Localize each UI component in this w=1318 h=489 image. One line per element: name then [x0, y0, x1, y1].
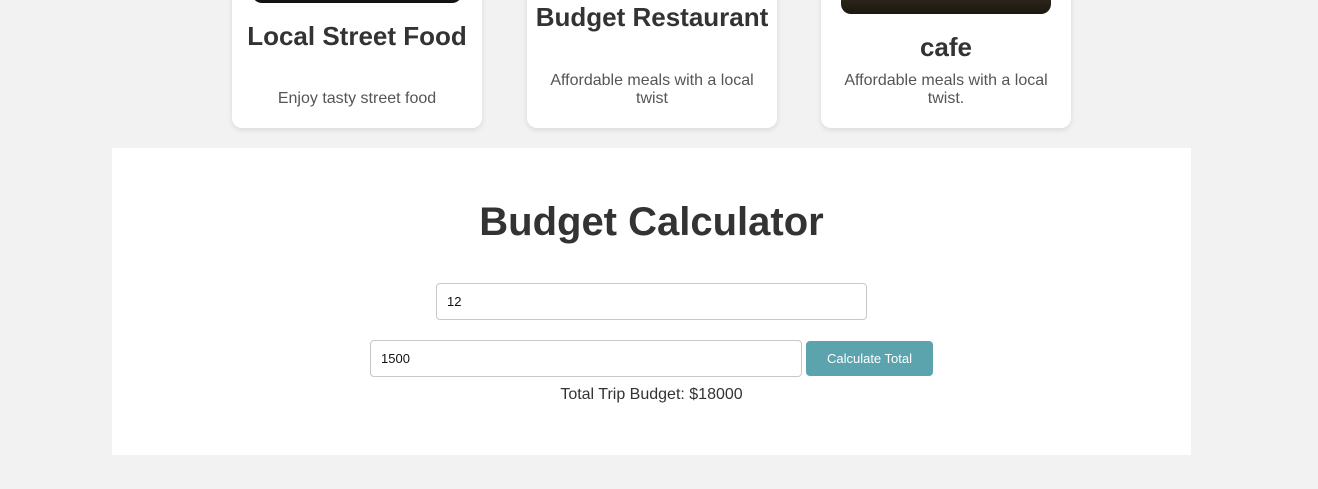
card-title: Local Street Food	[247, 21, 467, 51]
daily-cost-input[interactable]	[370, 340, 802, 377]
card-description: Affordable meals with a local twist	[550, 72, 754, 107]
food-card-street-food[interactable]: Local Street Food Enjoy tasty street foo…	[232, 0, 482, 128]
cafe-image	[841, 0, 1051, 14]
calculator-title: Budget Calculator	[479, 200, 824, 244]
street-food-image	[252, 0, 462, 3]
card-description: Affordable meals with a local twist.	[844, 72, 1048, 107]
calculate-total-button[interactable]: Calculate Total	[806, 341, 933, 376]
total-budget-result: Total Trip Budget: $18000	[560, 386, 743, 403]
card-title: cafe	[919, 32, 973, 62]
food-card-budget-restaurant[interactable]: Budget Restaurant Affordable meals with …	[527, 0, 777, 128]
food-card-cafe[interactable]: cafe Affordable meals with a local twist…	[821, 0, 1071, 128]
days-input[interactable]	[436, 283, 867, 320]
budget-calculator-section: Budget Calculator Calculate Total Total …	[112, 148, 1191, 455]
card-title: Budget Restaurant	[535, 2, 769, 32]
card-description: Enjoy tasty street food	[277, 90, 437, 107]
page: Local Street Food Enjoy tasty street foo…	[0, 0, 1318, 489]
